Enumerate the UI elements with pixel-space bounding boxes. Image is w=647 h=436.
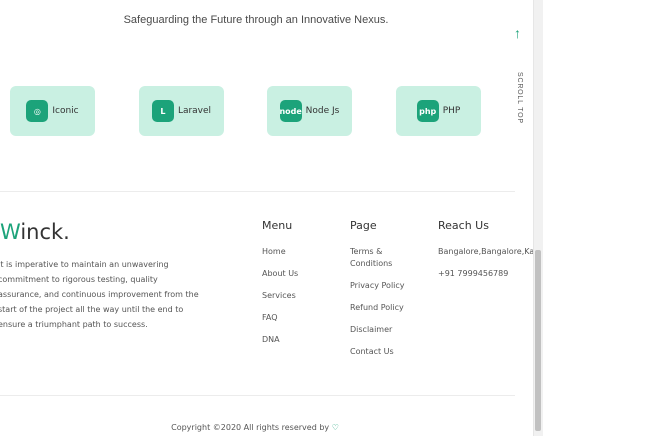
brand-initial: W [0, 220, 21, 244]
reach-phone[interactable]: +91 7999456789 [438, 268, 533, 280]
tech-label: Node Js [305, 106, 340, 116]
about-text: It is imperative to maintain an unwaveri… [0, 260, 199, 329]
page-heading: Page [350, 219, 377, 232]
menu-heading: Menu [262, 219, 293, 232]
tech-stack-row: ◎ Iconic L Laravel node Node Js php PHP [10, 86, 490, 136]
scrollbar-thumb[interactable] [535, 250, 541, 431]
menu-link-dna[interactable]: DNA [262, 334, 342, 346]
menu-link-home[interactable]: Home [262, 246, 342, 258]
copyright-label: Copyright ©2020 All rights reserved by [171, 423, 332, 432]
tech-label: Iconic [52, 106, 79, 116]
page-link-refund[interactable]: Refund Policy [350, 302, 430, 314]
brand-logo[interactable]: Winck. [0, 220, 70, 244]
page: Safeguarding the Future through an Innov… [0, 0, 533, 436]
heart-icon: ♡ [331, 423, 339, 432]
copyright-text: Copyright ©2020 All rights reserved by ♡ [0, 423, 510, 432]
ionic-icon: ◎ [26, 100, 49, 122]
footer-page-column: Page Terms & Conditions Privacy Policy R… [350, 219, 430, 368]
nodejs-icon: node [279, 100, 302, 122]
footer-top-divider [0, 191, 515, 192]
menu-link-about[interactable]: About Us [262, 268, 342, 280]
footer-reach-column: Reach Us Bangalore,Bangalore,Ka +91 7999… [438, 219, 533, 290]
page-link-contact[interactable]: Contact Us [350, 346, 430, 358]
tech-card-laravel[interactable]: L Laravel [139, 86, 224, 136]
scroll-top-label: SCROLL TOP [516, 72, 523, 124]
page-link-disclaimer[interactable]: Disclaimer [350, 324, 430, 336]
menu-link-services[interactable]: Services [262, 290, 342, 302]
brand-rest: inck. [20, 220, 70, 244]
menu-link-faq[interactable]: FAQ [262, 312, 342, 324]
reach-address: Bangalore,Bangalore,Ka [438, 247, 533, 256]
laravel-icon: L [151, 100, 174, 122]
tech-card-nodejs[interactable]: node Node Js [267, 86, 352, 136]
footer-bottom-divider [0, 395, 515, 396]
arrow-up-icon: ↑ [514, 25, 521, 41]
footer-menu-column: Menu Home About Us Services FAQ DNA [262, 219, 342, 356]
page-link-privacy[interactable]: Privacy Policy [350, 280, 430, 292]
tech-label: Laravel [177, 106, 212, 116]
reach-heading: Reach Us [438, 219, 489, 232]
page-link-terms[interactable]: Terms & Conditions [350, 246, 402, 270]
tech-card-ionic[interactable]: ◎ Iconic [10, 86, 95, 136]
section-tagline: Safeguarding the Future through an Innov… [123, 14, 389, 26]
scroll-top-button[interactable]: ↑ SCROLL TOP [512, 25, 528, 124]
tech-card-php[interactable]: php PHP [396, 86, 481, 136]
tech-label: PHP [442, 106, 461, 116]
php-icon: php [416, 100, 439, 122]
